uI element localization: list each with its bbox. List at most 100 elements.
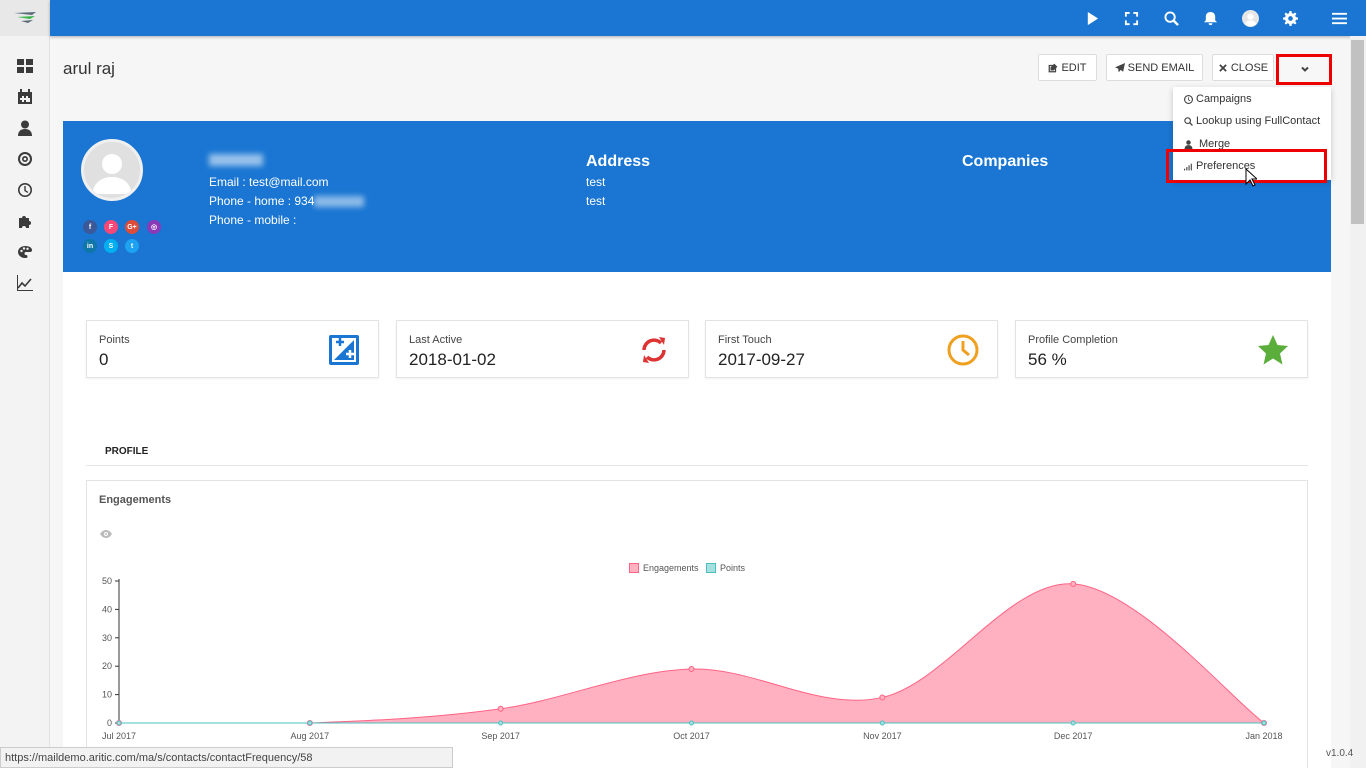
dashboard-icon <box>17 58 33 73</box>
send-email-button[interactable]: SEND EMAIL <box>1106 54 1203 81</box>
linkedin-icon[interactable]: in <box>83 239 97 253</box>
puzzle-icon <box>19 215 31 228</box>
foursquare-icon[interactable]: F <box>104 220 118 234</box>
chart-line-icon <box>17 274 33 291</box>
stat-label: Points <box>99 334 130 346</box>
edit-button-label: EDIT <box>1061 61 1087 74</box>
skype-icon[interactable]: S <box>104 239 118 253</box>
stat-value: 56 % <box>1028 350 1067 369</box>
facebook-icon[interactable]: f <box>83 220 97 234</box>
twitter-icon[interactable]: t <box>125 239 139 253</box>
search-icon <box>1184 116 1193 126</box>
stat-label: Profile Completion <box>1028 334 1118 346</box>
engagements-point <box>879 694 886 701</box>
contact-email: Email : test@mail.com <box>209 175 329 189</box>
menu-button[interactable] <box>1330 9 1348 27</box>
points-point <box>498 720 504 726</box>
send-icon <box>1114 62 1125 72</box>
contact-name-redacted <box>209 154 263 166</box>
tab-divider <box>86 465 1308 466</box>
stat-label: First Touch <box>718 334 772 346</box>
menu-item-campaigns[interactable]: Campaigns <box>1184 93 1252 105</box>
top-navbar <box>50 0 1366 36</box>
y-tick-label: 0 <box>107 718 112 728</box>
address-title: Address <box>586 153 651 170</box>
notifications-button[interactable] <box>1201 9 1219 27</box>
settings-button[interactable] <box>1281 9 1299 27</box>
points-point <box>1261 720 1267 726</box>
y-tick-label: 30 <box>102 633 112 643</box>
googleplus-icon[interactable]: G+ <box>125 220 139 234</box>
sidebar-item-calendar[interactable] <box>0 81 50 112</box>
close-icon <box>1219 63 1227 72</box>
engagements-point <box>1070 580 1077 587</box>
contact-profile-banner: f F G+ ◎ in S t Email : test@mail.com Ph… <box>63 121 1331 272</box>
close-button-label: CLOSE <box>1230 61 1269 74</box>
phone-redacted <box>314 196 365 208</box>
x-tick-label: Aug 2017 <box>291 731 330 741</box>
address-line: test <box>586 194 606 208</box>
contact-avatar <box>81 139 143 201</box>
user-icon <box>1184 139 1193 149</box>
menu-item-lookup-fullcontact[interactable]: Lookup using FullContact <box>1184 115 1320 127</box>
y-tick-label: 10 <box>102 690 112 700</box>
companies-title: Companies <box>962 153 1049 170</box>
search-icon <box>1163 10 1179 26</box>
target-icon <box>18 151 32 166</box>
sidebar-item-reports[interactable] <box>0 236 50 267</box>
scrollbar-thumb[interactable] <box>1351 40 1364 224</box>
engagements-chart: 0 10 20 30 40 50 Jul 2017 Aug 2017 Sep 2017 Oct 2… <box>102 576 1283 741</box>
star-icon <box>1258 335 1288 365</box>
palette-icon <box>18 245 32 258</box>
logo-icon <box>14 12 36 23</box>
fullscreen-icon <box>1124 11 1138 25</box>
sidebar-item-campaigns[interactable] <box>0 143 50 174</box>
clock-icon <box>947 334 979 366</box>
points-point <box>307 720 313 726</box>
stat-card-first-touch: First Touch 2017-09-27 <box>705 320 998 378</box>
tab-profile[interactable]: PROFILE <box>105 446 148 457</box>
more-actions-dropdown-toggle[interactable] <box>1276 54 1332 85</box>
user-icon <box>18 120 32 136</box>
fullscreen-button[interactable] <box>1122 9 1140 27</box>
search-button[interactable] <box>1162 9 1180 27</box>
contact-phone-mobile: Phone - mobile : <box>209 213 297 227</box>
points-point <box>1070 720 1076 726</box>
y-tick-label: 40 <box>102 604 112 614</box>
engagements-area <box>119 583 1264 723</box>
user-avatar-button[interactable] <box>1241 9 1259 27</box>
stat-value: 2018-01-02 <box>409 350 496 369</box>
edit-button[interactable]: EDIT <box>1038 54 1097 81</box>
browser-status-url: https://maildemo.aritic.com/ma/s/contact… <box>0 747 453 768</box>
sidebar-item-contacts[interactable] <box>0 112 50 143</box>
avatar-placeholder-icon <box>92 154 132 194</box>
sidebar-item-plugins[interactable] <box>0 205 50 236</box>
mouse-cursor-icon <box>1245 168 1257 187</box>
edit-square-icon <box>329 335 359 365</box>
contact-phone-home: Phone - home : 934 <box>209 194 365 208</box>
sidebar-item-dashboard[interactable] <box>0 50 50 81</box>
close-button[interactable]: CLOSE <box>1212 54 1274 81</box>
stat-value: 0 <box>99 350 109 369</box>
engagements-point <box>688 666 695 673</box>
x-tick-label: Sep 2017 <box>481 731 520 741</box>
contact-details-panel: Points 0 Last Active 2018-01-02 First To… <box>63 272 1331 768</box>
engagements-point <box>497 705 504 712</box>
points-point <box>116 720 122 726</box>
phone-home-text: Phone - home : 934 <box>209 194 315 208</box>
sidebar-item-analytics[interactable] <box>0 267 50 298</box>
y-tick-label: 50 <box>102 576 112 586</box>
play-button[interactable] <box>1083 9 1101 27</box>
instagram-icon[interactable]: ◎ <box>147 220 161 234</box>
avatar-icon <box>1241 9 1259 27</box>
sidebar-item-history[interactable] <box>0 174 50 205</box>
app-version: v1.0.4 <box>1326 748 1354 759</box>
stat-label: Last Active <box>409 334 463 346</box>
send-email-button-label: SEND EMAIL <box>1127 61 1195 74</box>
points-point <box>689 720 694 726</box>
x-tick-label: Jan 2018 <box>1245 731 1282 741</box>
x-tick-label: Jul 2017 <box>102 731 136 741</box>
x-tick-label: Nov 2017 <box>863 731 902 741</box>
x-tick-label: Oct 2017 <box>673 731 710 741</box>
app-logo[interactable] <box>0 0 50 36</box>
